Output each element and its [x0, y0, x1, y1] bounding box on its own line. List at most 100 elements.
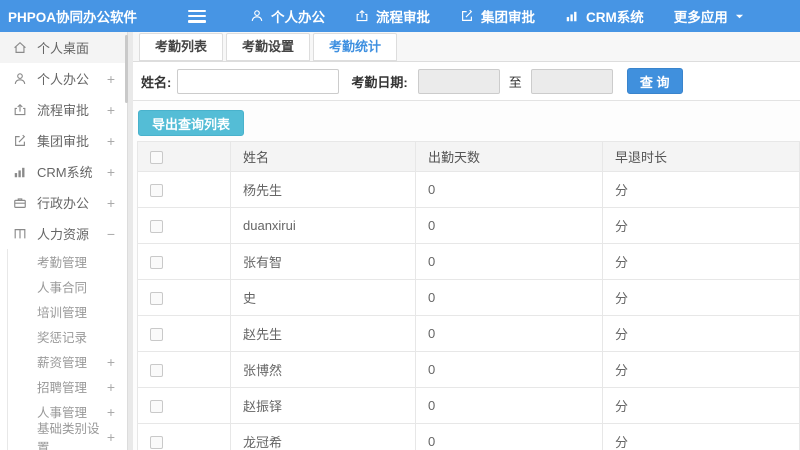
sidebar-item-label: 个人桌面 [37, 41, 90, 56]
cell-name: 史 [230, 279, 416, 316]
flow-approve-icon [13, 103, 28, 117]
sidebar-sub-item-label: 招聘管理 [37, 381, 88, 395]
query-button[interactable]: 查 询 [626, 68, 683, 94]
sidebar-sub-item-label: 基础类别设置 [37, 421, 100, 450]
sidebar-item-label: 个人办公 [37, 72, 90, 87]
name-label: 姓名: [141, 74, 172, 90]
expand-toggle-icon[interactable]: + [107, 71, 115, 87]
cell-days: 0 [415, 387, 603, 424]
expand-toggle-icon[interactable]: + [107, 133, 115, 149]
hr-card-icon [13, 227, 28, 241]
sidebar-sub-item[interactable]: 奖惩记录 [0, 324, 127, 349]
sidebar-sub-item[interactable]: 招聘管理 + [0, 374, 127, 399]
sidebar-sub-item[interactable]: 人事合同 [0, 274, 127, 299]
sidebar-item[interactable]: 个人桌面 [0, 32, 127, 63]
date-from-input[interactable] [417, 68, 500, 94]
top-nav-item[interactable]: 更多应用 [674, 6, 744, 26]
sidebar-item-label: 人力资源 [37, 227, 90, 242]
sidebar-item-label: CRM系统 [37, 165, 93, 180]
app-window: PHPOA协同办公软件 个人办公 流程审批 集团审批 CRM系统 更多应用 个人… [0, 0, 800, 450]
main-content: 考勤列表 考勤设置 考勤统计 姓名: 考勤日期: 至 查 询 导出查询列表 姓名 [133, 32, 800, 450]
top-nav-label: 集团审批 [481, 10, 535, 25]
expand-toggle-icon[interactable]: + [107, 379, 115, 395]
sidebar-item[interactable]: 行政办公 + [0, 187, 127, 218]
top-nav-item[interactable]: CRM系统 [565, 6, 644, 26]
hamburger-icon[interactable] [188, 9, 206, 23]
sidebar-sub-menu: 考勤管理 人事合同 培训管理 奖惩记录 薪资管理 + 招聘管理 + 人事管理 +… [0, 249, 127, 450]
sidebar-item-label: 行政办公 [37, 196, 90, 211]
top-nav-label: 流程审批 [376, 10, 430, 25]
table-row: 龙冠希 0 分 [137, 423, 800, 450]
tab-bar: 考勤列表 考勤设置 考勤统计 [133, 32, 800, 62]
cell-name: 张博然 [230, 351, 416, 388]
sidebar-item[interactable]: 个人办公 + [0, 63, 127, 94]
row-checkbox[interactable] [150, 436, 163, 450]
cell-days: 0 [415, 207, 603, 244]
cell-name: 赵先生 [230, 315, 416, 352]
sidebar-main-menu: 个人桌面 个人办公 + 流程审批 + 集团审批 + CRM系统 + 行政办公 +… [0, 32, 127, 249]
column-header-name: 姓名 [230, 141, 416, 172]
expand-toggle-icon[interactable]: + [107, 102, 115, 118]
sidebar-sub-item-label: 考勤管理 [37, 256, 88, 270]
sidebar-sub-item[interactable]: 薪资管理 + [0, 349, 127, 374]
table-row: 赵振铎 0 分 [137, 387, 800, 424]
expand-toggle-icon[interactable]: + [107, 164, 115, 180]
sidebar-scrollbar[interactable] [125, 35, 128, 103]
export-button[interactable]: 导出查询列表 [138, 110, 245, 136]
cell-late: 分 [602, 423, 800, 450]
row-checkbox[interactable] [150, 364, 163, 378]
sidebar-item-label: 集团审批 [37, 134, 90, 149]
top-header: PHPOA协同办公软件 个人办公 流程审批 集团审批 CRM系统 更多应用 [0, 0, 800, 32]
tab[interactable]: 考勤设置 [226, 33, 311, 61]
top-nav-item[interactable]: 流程审批 [355, 6, 430, 26]
expand-toggle-icon[interactable]: − [107, 226, 115, 242]
row-checkbox[interactable] [150, 328, 163, 342]
cell-name: duanxirui [230, 207, 416, 244]
expand-toggle-icon[interactable]: + [107, 429, 115, 445]
sidebar-item[interactable]: 人力资源 − [0, 218, 127, 249]
sidebar: 个人桌面 个人办公 + 流程审批 + 集团审批 + CRM系统 + 行政办公 +… [0, 32, 128, 450]
name-input[interactable] [177, 68, 340, 94]
expand-toggle-icon[interactable]: + [107, 195, 115, 211]
row-checkbox[interactable] [150, 184, 163, 198]
top-nav-item[interactable]: 集团审批 [460, 6, 535, 26]
table-row: 杨先生 0 分 [137, 171, 800, 208]
sidebar-item[interactable]: 集团审批 + [0, 125, 127, 156]
briefcase-icon [13, 196, 28, 210]
sidebar-sub-item-label: 薪资管理 [37, 356, 88, 370]
sidebar-sub-item-label: 培训管理 [37, 306, 88, 320]
top-nav-item[interactable]: 个人办公 [250, 6, 325, 26]
select-all-checkbox[interactable] [150, 151, 163, 165]
sidebar-item[interactable]: 流程审批 + [0, 94, 127, 125]
column-header-days: 出勤天数 [415, 141, 603, 172]
tab[interactable]: 考勤统计 [313, 33, 398, 61]
table-row: duanxirui 0 分 [137, 207, 800, 244]
row-checkbox[interactable] [150, 256, 163, 270]
tab[interactable]: 考勤列表 [139, 33, 224, 61]
sidebar-sub-item[interactable]: 培训管理 [0, 299, 127, 324]
edit-approve-icon [460, 9, 474, 23]
bar-chart-icon [13, 165, 28, 179]
sidebar-sub-item-label: 人事合同 [37, 281, 88, 295]
cell-late: 分 [602, 387, 800, 424]
sidebar-sub-item[interactable]: 考勤管理 [0, 249, 127, 274]
to-label: 至 [508, 74, 522, 90]
person-icon [250, 9, 264, 23]
cell-name: 杨先生 [230, 171, 416, 208]
top-nav: 个人办公 流程审批 集团审批 CRM系统 更多应用 [250, 6, 744, 26]
row-checkbox[interactable] [150, 220, 163, 234]
row-checkbox[interactable] [150, 292, 163, 306]
edit-approve-icon [13, 134, 28, 148]
sidebar-sub-item[interactable]: 基础类别设置 + [0, 422, 127, 450]
row-checkbox[interactable] [150, 400, 163, 414]
date-to-input[interactable] [530, 68, 613, 94]
expand-toggle-icon[interactable]: + [107, 354, 115, 370]
top-nav-label: 个人办公 [271, 10, 325, 25]
expand-toggle-icon[interactable]: + [107, 404, 115, 420]
toolbar: 导出查询列表 [133, 101, 800, 141]
cell-late: 分 [602, 315, 800, 352]
search-form: 姓名: 考勤日期: 至 查 询 [133, 62, 800, 101]
cell-days: 0 [415, 351, 603, 388]
cell-days: 0 [415, 423, 603, 450]
sidebar-item[interactable]: CRM系统 + [0, 156, 127, 187]
